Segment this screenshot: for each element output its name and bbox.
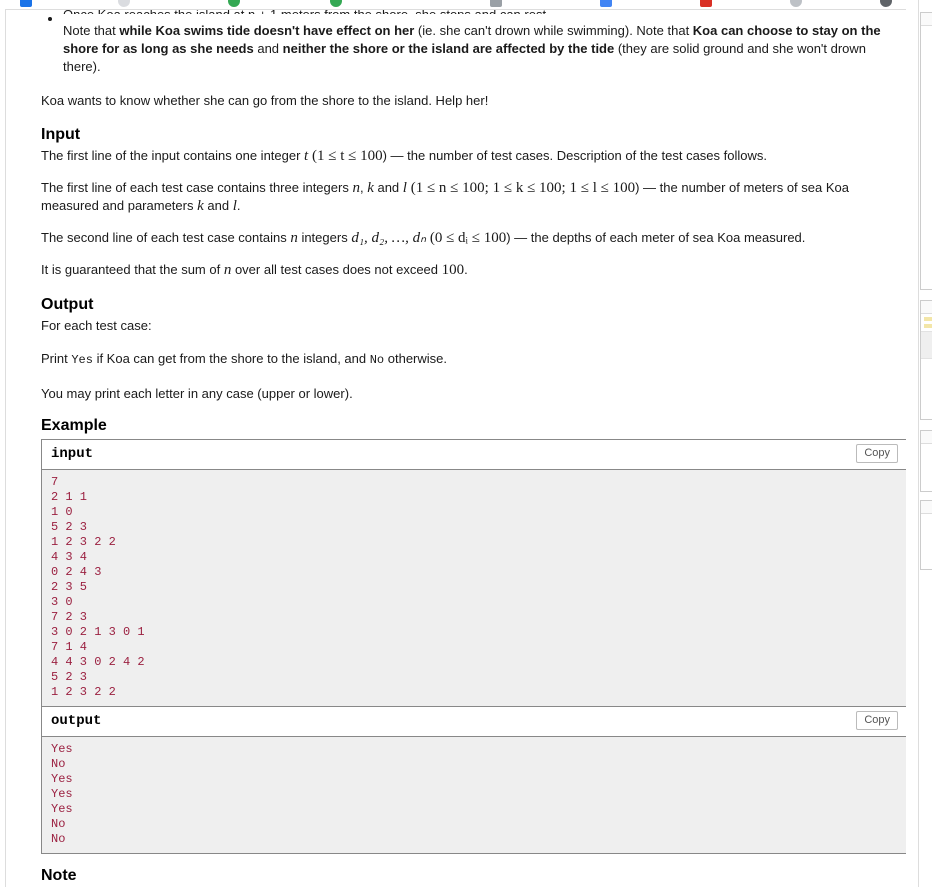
input-line2-and: and (373, 180, 403, 195)
math-n-2: n (290, 230, 298, 246)
note-text-1: Note that (63, 23, 120, 38)
problem-statement-page: Once Koa reaches the island at n + 1 met… (5, 9, 906, 887)
tab-favicon[interactable] (790, 0, 802, 7)
input-line3-text-a: The second line of each test case contai… (41, 230, 291, 245)
rail-panel-second[interactable] (920, 300, 932, 420)
note-text-3: and (253, 41, 283, 56)
input-line4-text-b: over all test cases does not exceed (231, 262, 442, 277)
tab-favicon[interactable] (600, 0, 612, 7)
code-yes: Yes (71, 353, 93, 367)
math-d-sequence: d₁, d₂, …, dₙ (351, 230, 427, 246)
example-heading: Example (41, 417, 107, 434)
note-bold-3: neither the shore or the island are affe… (282, 41, 615, 56)
sample-output-label: output (51, 713, 102, 729)
tab-favicon[interactable] (20, 0, 32, 7)
tab-favicon[interactable] (330, 0, 342, 7)
code-no: No (369, 353, 385, 367)
output-line2-text-a: Print (41, 351, 72, 366)
copy-input-button[interactable]: Copy (856, 444, 898, 463)
rail-panel-header (921, 301, 932, 314)
problem-content: Once Koa reaches the island at n + 1 met… (41, 10, 906, 887)
copy-output-button[interactable]: Copy (856, 711, 898, 730)
sample-output-data: Yes No Yes Yes Yes No No (42, 737, 906, 854)
sample-tests: input Copy 7 2 1 1 1 0 5 2 3 1 2 3 2 2 4… (41, 439, 906, 854)
sample-output-header: output Copy (42, 707, 906, 737)
bullet-last-line: Once Koa reaches the island at n + 1 met… (63, 10, 906, 14)
output-line2-text-c: otherwise. (384, 351, 448, 366)
rail-panel-header (921, 13, 932, 26)
input-line2-and-2: and (203, 198, 233, 213)
rail-panel-header (921, 431, 932, 444)
sample-input-label: input (51, 446, 94, 462)
math-nkl-range: 1 ≤ n ≤ 100; 1 ≤ k ≤ 100; 1 ≤ l ≤ 100 (415, 180, 636, 196)
math-d-range: 0 ≤ dᵢ ≤ 100 (434, 230, 507, 246)
input-line3-text-c: ) — the depths of each meter of sea Koa … (506, 230, 806, 245)
rail-panel-body (921, 317, 932, 359)
input-line1-text-a: The first line of the input contains one… (41, 148, 305, 163)
math-k-2: k (197, 198, 204, 214)
list-item: Once Koa reaches the island at n + 1 met… (63, 10, 906, 76)
browser-tab-strip (0, 0, 932, 9)
rail-panel-header (921, 501, 932, 514)
input-line-2: The first line of each test case contain… (41, 179, 906, 215)
math-100: 100 (441, 262, 465, 278)
rail-chip (924, 317, 932, 321)
tab-favicon[interactable] (228, 0, 240, 7)
goal-paragraph: Koa wants to know whether she can go fro… (41, 93, 489, 108)
input-line-4: It is guaranteed that the sum of n over … (41, 261, 906, 279)
tab-favicon[interactable] (880, 0, 892, 7)
input-line3-open: ( (426, 230, 435, 246)
rail-divider (918, 0, 919, 887)
sample-input-header: input Copy (42, 440, 906, 470)
tab-favicon[interactable] (118, 0, 130, 7)
rail-fill (921, 331, 932, 359)
sample-input-data: 7 2 1 1 1 0 5 2 3 1 2 3 2 2 4 3 4 0 2 4 … (42, 470, 906, 707)
rail-panel-third[interactable] (920, 430, 932, 492)
bullet-note: Note that while Koa swims tide doesn't h… (63, 22, 906, 76)
math-t-range: 1 ≤ t ≤ 100 (316, 148, 383, 164)
input-heading: Input (41, 126, 81, 143)
output-line2-text-b: if Koa can get from the shore to the isl… (92, 351, 370, 366)
input-line3-text-b: integers (297, 230, 352, 245)
rail-chip (924, 324, 932, 328)
note-text-2: (ie. she can't drown while swimming). No… (414, 23, 693, 38)
math-k: k (367, 180, 374, 196)
output-line-1: For each test case: (41, 318, 152, 333)
input-line1-text-c: ) — the number of test cases. Descriptio… (382, 148, 767, 163)
note-heading: Note (41, 867, 77, 884)
input-line4-text-a: It is guaranteed that the sum of (41, 262, 224, 277)
input-line2-open: ( (406, 180, 416, 196)
input-line2-text-a: The first line of each test case contain… (41, 180, 353, 195)
input-line4-period: . (464, 262, 468, 277)
rail-panel-top[interactable] (920, 12, 932, 290)
output-heading: Output (41, 296, 94, 313)
rail-panel-fourth[interactable] (920, 500, 932, 570)
input-line-3: The second line of each test case contai… (41, 229, 906, 247)
output-line-2: Print Yes if Koa can get from the shore … (41, 350, 906, 369)
tab-favicon[interactable] (490, 0, 502, 7)
note-bold-1: while Koa swims tide doesn't have effect… (119, 23, 415, 38)
tab-favicon[interactable] (700, 0, 712, 7)
math-n: n (352, 180, 360, 196)
input-line2-period: . (236, 198, 241, 213)
input-line1-open: ( (308, 148, 317, 164)
rules-bullet-list: Once Koa reaches the island at n + 1 met… (41, 10, 906, 76)
right-sidebar-rail (918, 0, 932, 887)
output-line-3: You may print each letter in any case (u… (41, 386, 353, 401)
input-line-1: The first line of the input contains one… (41, 147, 906, 165)
